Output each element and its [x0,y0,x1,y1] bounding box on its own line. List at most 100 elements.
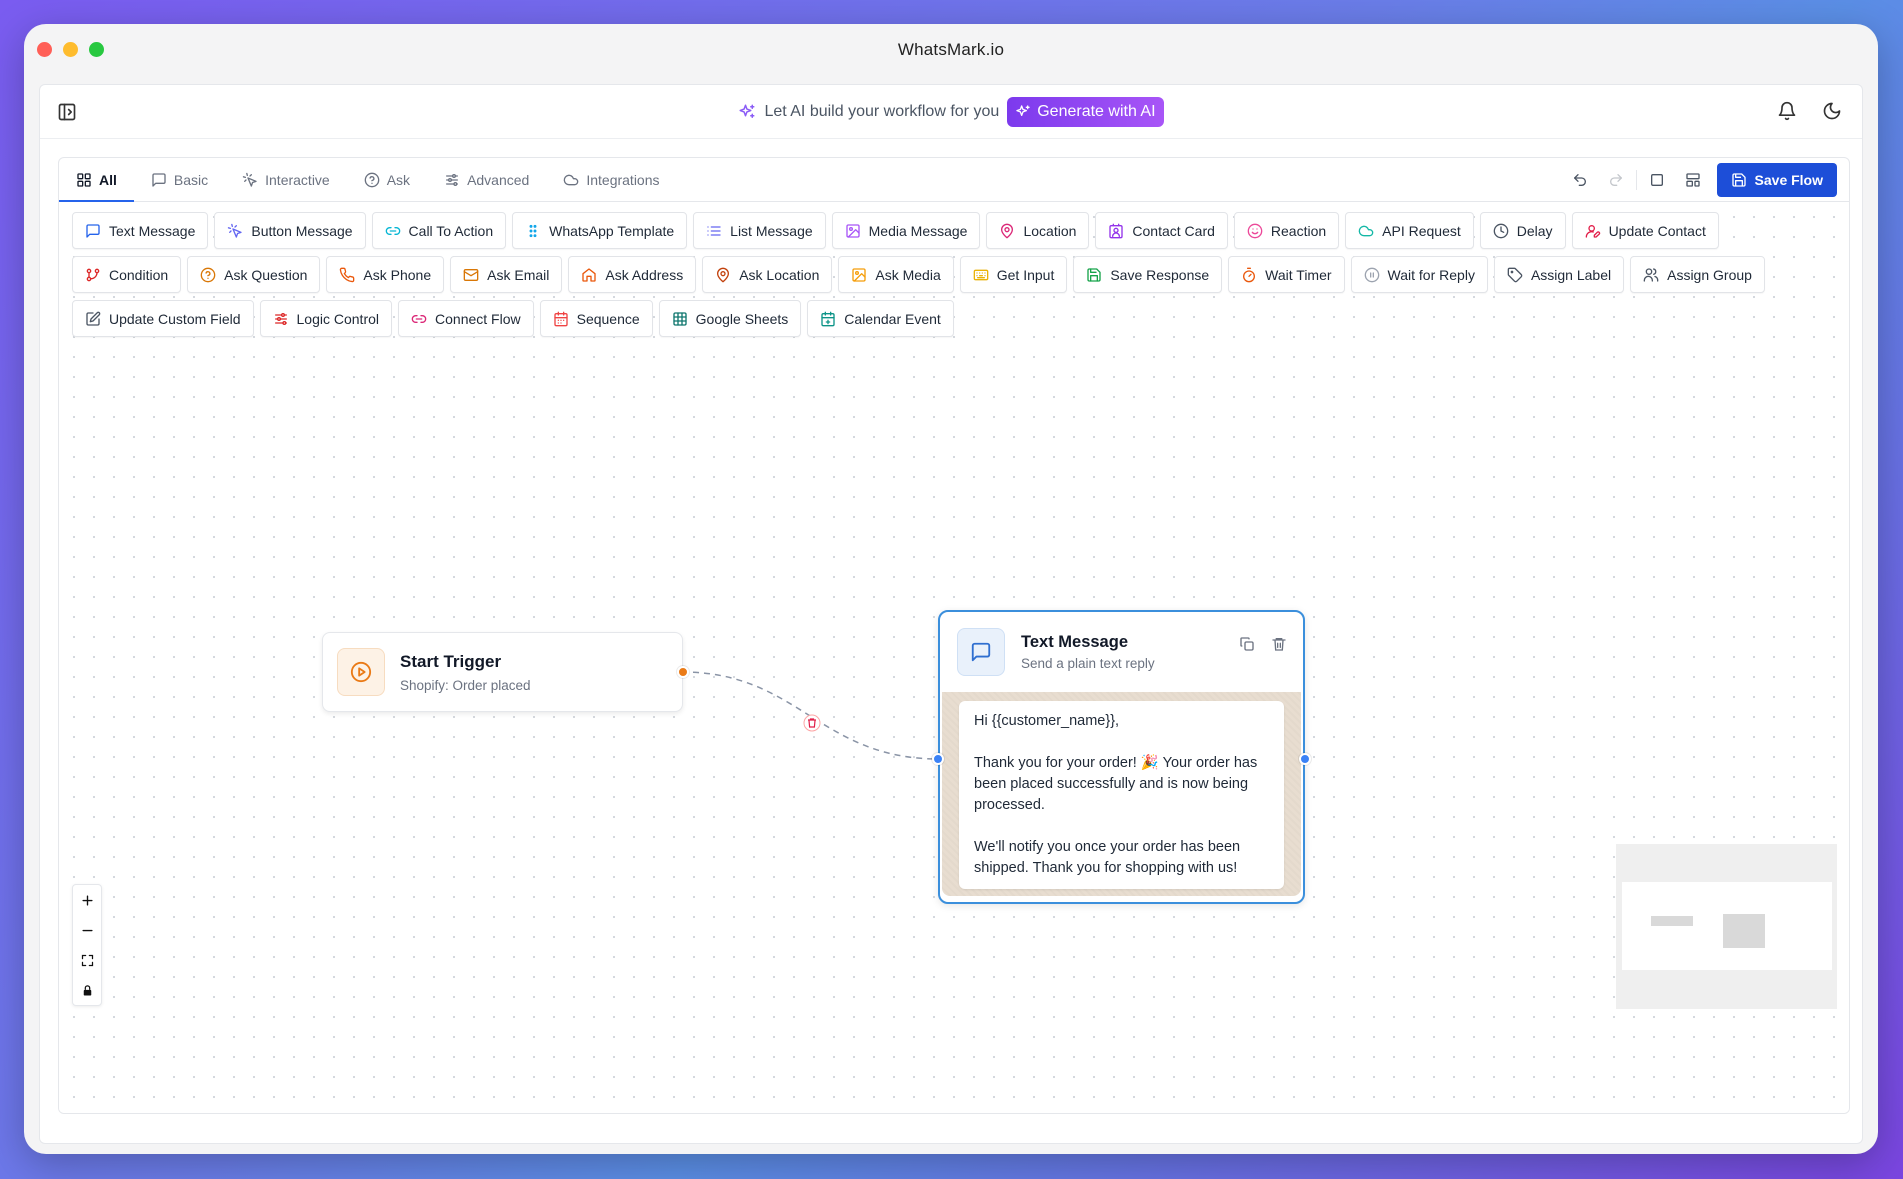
trash-icon[interactable] [1271,636,1287,657]
zoom-out-icon[interactable] [73,915,101,945]
palette-item-label: Wait Timer [1265,266,1332,283]
palette-item-wait-timer[interactable]: Wait Timer [1228,256,1345,293]
panel-icon[interactable] [1639,162,1675,198]
palette-item-update-contact[interactable]: Update Contact [1571,212,1719,249]
timer-icon [1243,267,1256,282]
text-input-handle[interactable] [932,753,944,765]
palette-item-text-message[interactable]: Text Message [72,212,209,249]
palette-item-assign-group[interactable]: Assign Group [1630,256,1765,293]
palette-item-logic-control[interactable]: Logic Control [259,300,393,337]
palette-item-label: Ask Question [224,266,308,283]
palette-item-update-custom-field[interactable]: Update Custom Field [72,300,254,337]
tab-label: Basic [173,171,209,188]
start-trigger-node[interactable]: Start Trigger Shopify: Order placed [322,632,689,712]
copy-icon[interactable] [1239,636,1255,657]
palette-item-label: Update Contact [1608,222,1706,239]
message-square-icon [86,223,100,238]
minimize-window-button[interactable] [63,42,78,57]
palette-item-label: WhatsApp Template [549,222,675,239]
palette-item-ask-question[interactable]: Ask Question [187,256,321,293]
palette-item-label: Calendar Event [844,310,941,327]
palette-item-contact-card[interactable]: Contact Card [1095,212,1228,249]
top-bar: Let AI build your workflow for you Gener… [40,85,1862,139]
palette-item-label: Logic Control [296,310,380,327]
maximize-window-button[interactable] [89,42,104,57]
palette-item-save-response[interactable]: Save Response [1073,256,1223,293]
lock-icon[interactable] [73,975,101,1005]
tab-label: Integrations [586,171,660,188]
palette-item-media-message[interactable]: Media Message [831,212,981,249]
palette-item-label: Ask Email [487,266,550,283]
text-output-handle[interactable] [1299,753,1311,765]
tab-interactive[interactable]: Interactive [225,158,347,201]
palette-item-delay[interactable]: Delay [1479,212,1566,249]
sidebar-toggle-icon[interactable] [57,102,77,122]
window-controls [37,42,104,57]
text-message-header: Text Message Send a plain text reply [940,612,1303,692]
undo-icon[interactable] [1562,162,1598,198]
layout-icon[interactable] [1675,162,1711,198]
ai-prompt: Let AI build your workflow for you Gener… [738,96,1164,127]
calendar-plus-icon [821,311,835,326]
palette-item-location[interactable]: Location [986,212,1090,249]
redo-icon[interactable] [1598,162,1634,198]
generate-with-ai-button[interactable]: Generate with AI [1007,96,1164,127]
clock-icon [1493,223,1509,238]
minimap[interactable] [1616,844,1837,1009]
start-output-handle[interactable] [677,666,689,678]
window-title: WhatsMark.io [897,40,1005,59]
phone-icon [340,267,355,282]
edit-icon [86,311,101,326]
sparkles-icon [1016,104,1030,116]
fit-view-icon[interactable] [73,945,101,975]
tag-icon [1507,267,1523,282]
text-message-heading: Text Message Send a plain text reply [1021,633,1155,671]
tab-advanced[interactable]: Advanced [427,158,546,201]
palette-item-ask-email[interactable]: Ask Email [450,256,563,293]
text-message-node[interactable]: Text Message Send a plain text reply Hi … [932,610,1311,904]
palette-item-list-message[interactable]: List Message [693,212,826,249]
link-icon [385,226,400,235]
palette-item-label: List Message [730,222,813,239]
close-window-button[interactable] [37,42,52,57]
bell-icon[interactable] [1777,101,1797,126]
palette-item-condition[interactable]: Condition [72,256,182,293]
tab-label: Interactive [265,171,330,188]
tab-integrations[interactable]: Integrations [546,158,676,201]
zoom-in-icon[interactable] [73,885,101,915]
palette-item-get-input[interactable]: Get Input [959,256,1068,293]
palette-item-ask-location[interactable]: Ask Location [702,256,833,293]
moon-icon[interactable] [1822,101,1842,126]
start-trigger-title: Start Trigger [400,651,502,671]
palette-item-sequence[interactable]: Sequence [539,300,653,337]
palette-item-ask-phone[interactable]: Ask Phone [326,256,445,293]
image-icon [845,223,860,238]
palette-item-wait-for-reply[interactable]: Wait for Reply [1350,256,1488,293]
help-circle-icon [200,267,216,282]
palette-item-label: Assign Group [1667,266,1752,283]
palette-item-calendar-event[interactable]: Calendar Event [807,300,954,337]
palette-item-button-message[interactable]: Button Message [214,212,366,249]
save-icon [1087,267,1101,282]
flow-canvas[interactable]: Text Message Button Message Call To Action… [59,202,1849,1113]
palette-item-reaction[interactable]: Reaction [1233,212,1340,249]
palette-item-label: Delay [1516,222,1553,239]
tab-basic[interactable]: Basic [134,158,225,201]
tab-ask[interactable]: Ask [347,158,427,201]
save-flow-button[interactable]: Save Flow [1716,163,1837,197]
palette-item-google-sheets[interactable]: Google Sheets [658,300,802,337]
palette-item-connect-flow[interactable]: Connect Flow [398,300,534,337]
tab-all[interactable]: All [59,158,134,202]
sliders-icon [274,312,287,325]
palette-item-label: Wait for Reply [1387,266,1475,283]
palette-item-api-request[interactable]: API Request [1345,212,1474,249]
palette-item-whatsapp-template[interactable]: WhatsApp Template [512,212,688,249]
delete-edge-button[interactable] [803,714,821,732]
palette-item-label: Get Input [996,266,1055,283]
palette-item-assign-label[interactable]: Assign Label [1493,256,1625,293]
palette-item-ask-media[interactable]: Ask Media [838,256,954,293]
palette-item-call-to-action[interactable]: Call To Action [371,212,507,249]
save-icon [1731,173,1746,187]
message-square-icon [152,172,166,187]
palette-item-ask-address[interactable]: Ask Address [568,256,697,293]
